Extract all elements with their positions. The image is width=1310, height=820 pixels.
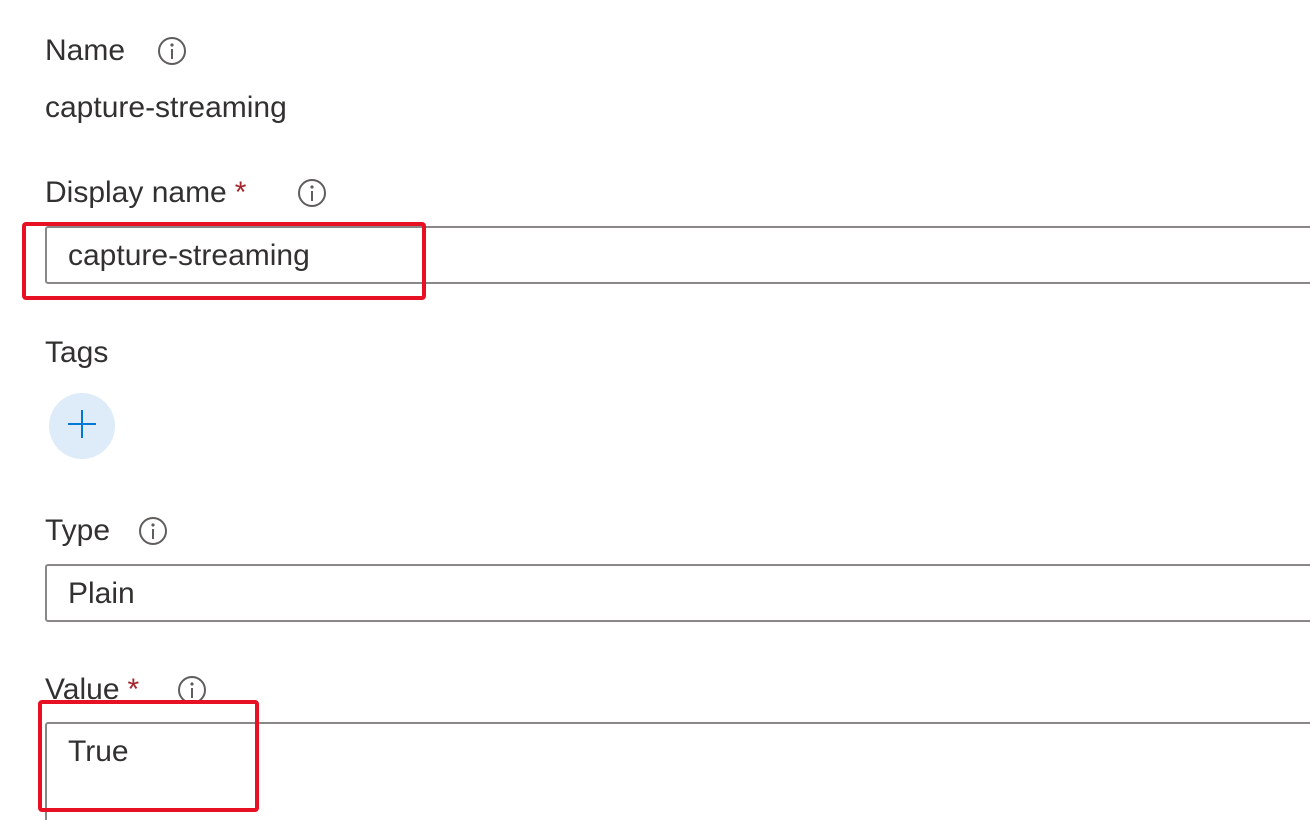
name-label-text: Name	[45, 34, 126, 67]
value-textarea-value: True	[68, 735, 129, 768]
name-label: Name	[45, 33, 125, 69]
tags-label: Tags	[45, 335, 108, 371]
required-marker: *	[234, 176, 247, 209]
type-dropdown[interactable]: Plain	[45, 564, 1310, 622]
required-marker: *	[127, 673, 140, 706]
name-info-icon[interactable]	[157, 36, 187, 66]
display-name-label-text: Display name	[45, 176, 227, 209]
display-name-input-value: capture-streaming	[68, 239, 310, 272]
type-info-icon[interactable]	[138, 516, 168, 546]
plus-icon	[66, 408, 98, 445]
tags-label-text: Tags	[45, 336, 109, 369]
add-tag-button[interactable]	[49, 393, 115, 459]
value-info-icon[interactable]	[177, 675, 207, 705]
value-label: Value *	[45, 672, 139, 708]
value-label-text: Value	[45, 673, 120, 706]
name-value: capture-streaming	[45, 91, 287, 124]
type-dropdown-value: Plain	[68, 577, 135, 610]
type-label-text: Type	[45, 514, 111, 547]
value-textarea[interactable]: True	[45, 722, 1310, 820]
display-name-input[interactable]: capture-streaming	[45, 226, 1310, 284]
display-name-info-icon[interactable]	[297, 178, 327, 208]
type-label: Type	[45, 513, 110, 549]
display-name-label: Display name *	[45, 175, 246, 211]
